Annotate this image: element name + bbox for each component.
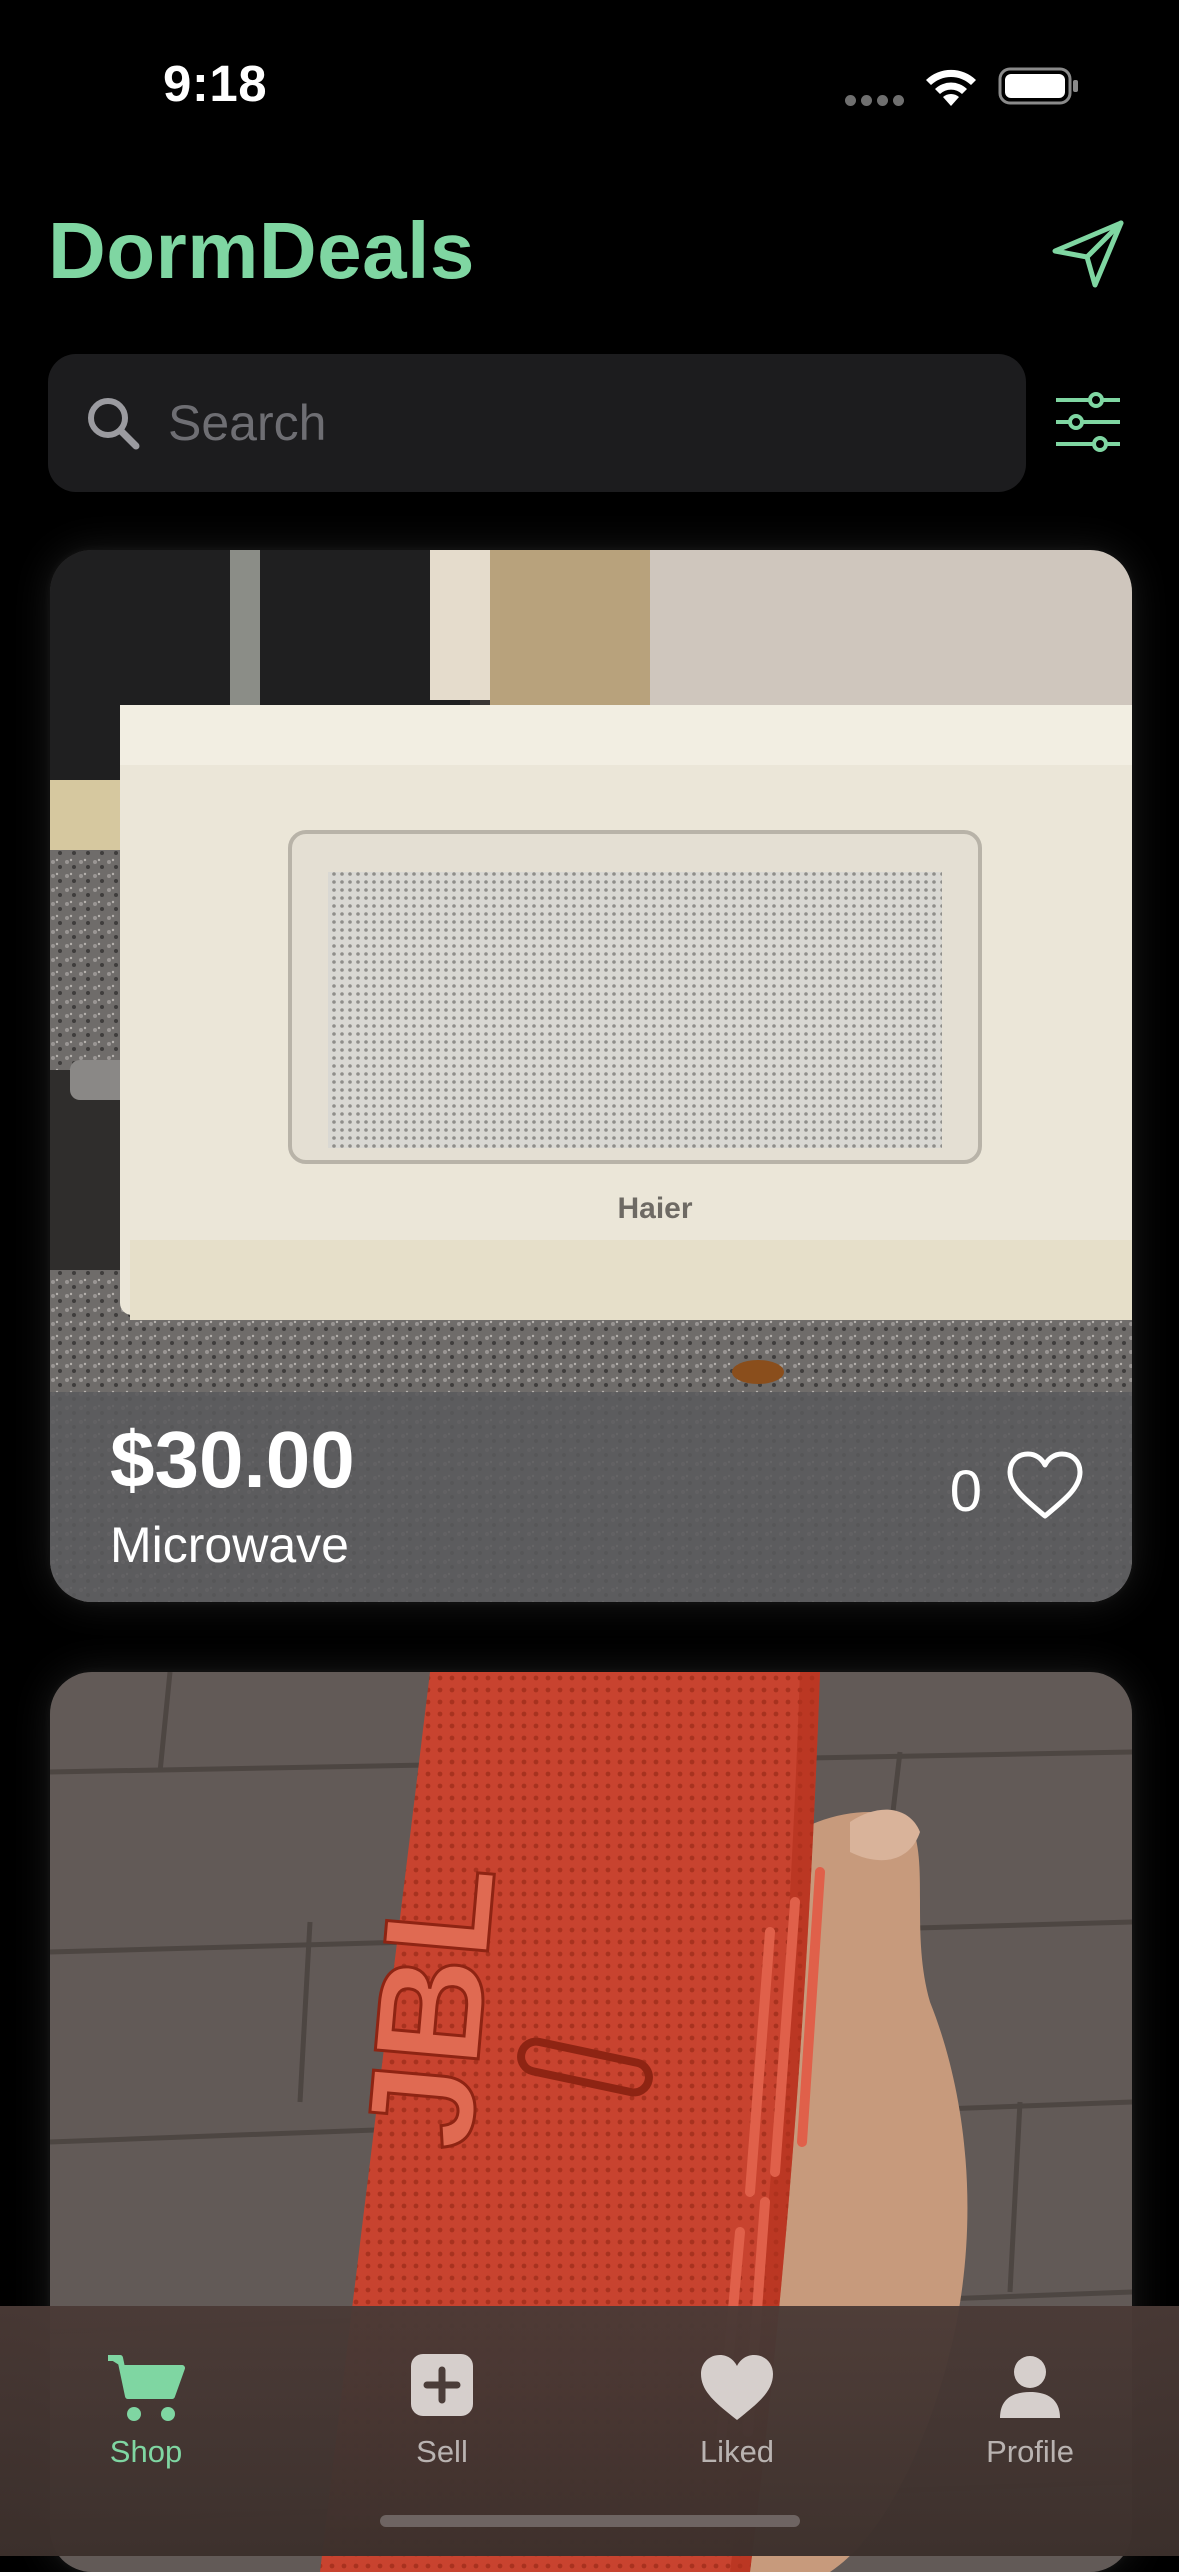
search-bar[interactable] [48, 354, 1026, 492]
listing-card[interactable]: Haier $30.00 Microwave 0 [50, 550, 1132, 1602]
heart-icon[interactable] [1006, 1450, 1084, 1522]
status-bar: 9:18 [0, 0, 1179, 170]
tab-liked[interactable]: Liked [637, 2306, 837, 2506]
tab-shop[interactable]: Shop [46, 2306, 246, 2506]
plus-square-icon [411, 2354, 473, 2416]
tab-label: Shop [109, 2434, 183, 2469]
svg-text:JBL: JBL [335, 1858, 527, 2155]
listing-info-overlay: $30.00 Microwave 0 [50, 1392, 1132, 1602]
cart-icon [108, 2355, 185, 2421]
listing-title: Microwave [110, 1517, 349, 1573]
person-icon [1000, 2356, 1060, 2418]
listing-price: $30.00 [110, 1415, 355, 1504]
search-icon [88, 398, 140, 450]
tab-label: Liked [699, 2434, 775, 2469]
filter-sliders-icon[interactable] [1052, 388, 1124, 456]
tab-label: Sell [416, 2434, 468, 2469]
heart-icon [701, 2355, 773, 2420]
tab-sell[interactable]: Sell [342, 2306, 542, 2506]
app-title: DormDeals [48, 206, 475, 295]
tab-profile[interactable]: Profile [930, 2306, 1130, 2506]
search-input[interactable] [168, 354, 988, 492]
home-indicator[interactable] [380, 2515, 800, 2527]
status-time: 9:18 [163, 55, 268, 112]
tab-label: Profile [986, 2434, 1074, 2469]
battery-icon [998, 67, 1078, 105]
paper-plane-icon [1052, 220, 1124, 288]
cellular-signal-icon [845, 93, 909, 111]
svg-text:Haier: Haier [617, 1192, 692, 1225]
wifi-icon [926, 69, 976, 106]
send-button[interactable] [1046, 212, 1130, 296]
like-count: 0 [949, 1459, 982, 1524]
